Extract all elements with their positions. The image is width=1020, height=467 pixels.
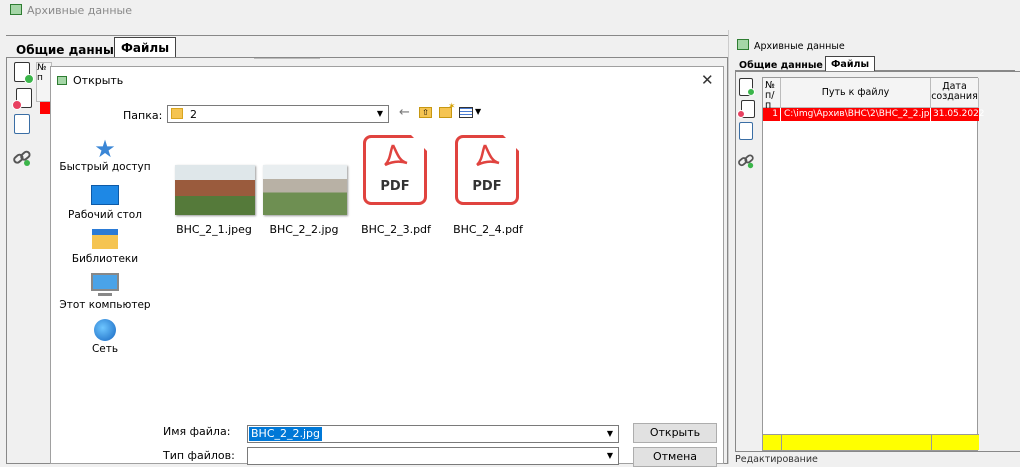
right-toolbar <box>737 78 761 218</box>
col-date-header[interactable]: Дата создания <box>931 78 979 108</box>
place-desktop[interactable]: Рабочий стол <box>55 181 155 221</box>
tab-files[interactable]: Файлы <box>114 37 177 57</box>
cell-num: 1 <box>763 108 781 121</box>
image-thumbnail <box>175 165 255 215</box>
tab-strip-line <box>6 35 728 36</box>
file-item[interactable]: PDF BHC_2_3.pdf <box>351 135 441 275</box>
file-name: BHC_2_1.jpeg <box>176 223 252 236</box>
file-name: BHC_2_3.pdf <box>361 223 431 236</box>
pdf-icon: PDF <box>455 135 519 205</box>
cancel-button[interactable]: Отмена <box>633 447 717 467</box>
cell-date: 31.05.2022 <box>933 109 985 119</box>
doc-remove-icon[interactable] <box>12 88 34 110</box>
new-folder-icon[interactable]: ✶ <box>439 102 456 118</box>
right-tab-general[interactable]: Общие данные <box>739 60 823 71</box>
main-grid-header-line <box>254 58 320 66</box>
filetype-select[interactable]: ▼ <box>247 447 619 465</box>
folder-icon <box>171 108 183 119</box>
place-libraries[interactable]: Библиотеки <box>55 229 155 265</box>
pdf-icon: PDF <box>363 135 427 205</box>
place-this-pc[interactable]: Этот компьютер <box>55 273 155 311</box>
right-doc-remove-icon[interactable] <box>737 100 759 122</box>
folder-value: 2 <box>190 108 197 121</box>
editing-label: Редактирование <box>735 454 818 465</box>
cell-path: C:\img\Архив\BHC\2\BHC_2_2.jpg <box>784 108 931 121</box>
right-doc-open-icon[interactable] <box>737 122 759 144</box>
filename-value: BHC_2_2.jpg <box>249 427 323 441</box>
dialog-titlebar: Открыть ✕ <box>51 67 723 95</box>
open-dialog: Открыть ✕ Папка: 2 ▼ ← ⇧ ✶ ▼ ★ Быстрый д… <box>50 66 724 467</box>
col-num-header[interactable]: № п/п <box>763 78 781 111</box>
filename-label: Имя файла: <box>163 425 231 438</box>
right-app-icon <box>737 39 749 50</box>
file-name: BHC_2_4.pdf <box>453 223 523 236</box>
filename-input[interactable]: BHC_2_2.jpg ▼ <box>247 425 619 443</box>
main-window-title: Архивные данные <box>10 4 132 17</box>
file-item[interactable]: PDF BHC_2_4.pdf <box>443 135 533 275</box>
files-grid: № п/п Путь к файлу Дата создания 1 C:\im… <box>762 77 985 451</box>
computer-icon <box>91 273 119 291</box>
folder-combo[interactable]: 2 ▼ <box>167 105 389 123</box>
place-quick-access[interactable]: ★ Быстрый доступ <box>55 137 155 173</box>
dialog-app-icon <box>57 76 67 85</box>
star-icon: ★ <box>94 135 116 163</box>
doc-add-icon[interactable] <box>12 62 34 84</box>
file-item[interactable]: BHC_2_2.jpg <box>259 165 349 275</box>
right-window: Архивные данные Общие данные Файлы № п/п… <box>728 30 1020 465</box>
places-bar: ★ Быстрый доступ Рабочий стол Библиотеки… <box>51 129 161 369</box>
filetype-label: Тип файлов: <box>163 449 235 462</box>
file-list: BHC_2_1.jpeg BHC_2_2.jpg PDF BHC_2_3.pdf… <box>161 125 723 407</box>
dialog-title: Открыть <box>73 74 124 87</box>
grid-footer-row <box>763 434 979 451</box>
view-menu-arrow[interactable]: ▼ <box>475 107 481 116</box>
desktop-icon <box>91 185 119 205</box>
right-tab-files[interactable]: Файлы <box>825 56 876 72</box>
libraries-icon <box>92 229 118 249</box>
back-icon[interactable]: ← <box>399 105 410 120</box>
view-menu-icon[interactable] <box>459 107 473 118</box>
col-path-header[interactable]: Путь к файлу <box>781 78 931 108</box>
left-toolbar <box>10 62 38 462</box>
right-window-title: Архивные данные <box>737 39 845 52</box>
right-link-icon[interactable] <box>737 152 759 174</box>
chevron-down-icon[interactable]: ▼ <box>602 426 618 442</box>
chevron-down-icon[interactable]: ▼ <box>602 448 618 464</box>
folder-label: Папка: <box>123 109 163 122</box>
chevron-down-icon[interactable]: ▼ <box>372 106 388 122</box>
table-row[interactable]: 1 C:\img\Архив\BHC\2\BHC_2_2.jpg 31.05.2… <box>763 108 985 121</box>
link-icon[interactable] <box>12 148 34 170</box>
network-icon <box>94 319 116 341</box>
image-thumbnail <box>263 165 347 215</box>
app-icon <box>10 4 22 15</box>
place-network[interactable]: Сеть <box>55 319 155 355</box>
close-icon[interactable]: ✕ <box>701 71 714 89</box>
file-name: BHC_2_2.jpg <box>269 223 339 236</box>
up-folder-icon[interactable]: ⇧ <box>419 107 432 118</box>
open-button[interactable]: Открыть <box>633 423 717 443</box>
doc-open-icon[interactable] <box>12 114 34 136</box>
right-doc-add-icon[interactable] <box>737 78 759 100</box>
file-item[interactable]: BHC_2_1.jpeg <box>169 165 259 275</box>
